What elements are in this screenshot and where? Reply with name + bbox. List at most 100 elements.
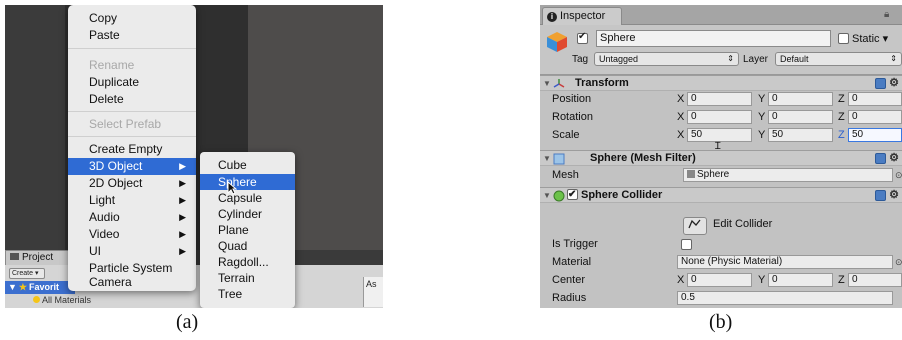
menu-item-label: Delete [89, 92, 124, 106]
radius-field[interactable]: 0.5 [677, 291, 893, 305]
submenu-item-label: Terrain [218, 271, 255, 285]
object-name-field[interactable]: Sphere [596, 30, 831, 47]
menu-item-label: 2D Object [89, 176, 143, 190]
star-icon: ★ [18, 282, 27, 292]
position-x-field[interactable]: 0 [687, 92, 752, 106]
edit-collider-label: Edit Collider [713, 218, 773, 230]
menu-item-audio[interactable]: Audio ▶ [68, 209, 196, 226]
rotation-x-field[interactable]: 0 [687, 110, 752, 124]
position-y-field[interactable]: 0 [768, 92, 833, 106]
menu-item-label: Video [89, 227, 120, 241]
inspector-tab[interactable]: i Inspector [542, 7, 622, 25]
help-book-icon[interactable] [875, 190, 886, 201]
collider-enabled-checkbox[interactable] [567, 187, 578, 202]
submenu-item-label: Ragdoll... [218, 255, 269, 269]
menu-item-duplicate[interactable]: Duplicate [68, 74, 196, 91]
submenu-item-cube[interactable]: Cube [200, 157, 295, 173]
axis-x-label: X [677, 274, 685, 286]
help-book-icon[interactable] [875, 153, 886, 164]
menu-item-select-prefab: Select Prefab [68, 116, 196, 133]
submenu-arrow-icon: ▶ [179, 246, 186, 256]
menu-item-create-empty[interactable]: Create Empty [68, 141, 196, 158]
menu-item-label: Paste [89, 28, 120, 42]
object-picker-icon[interactable]: ⊙ [895, 257, 902, 268]
submenu-item-tree[interactable]: Tree [200, 286, 295, 302]
dropdown-arrows-icon: ⇕ [890, 54, 897, 63]
all-materials-item[interactable]: All Materials [33, 295, 91, 305]
position-z-field[interactable]: 0 [848, 92, 902, 106]
menu-separator [68, 48, 196, 49]
menu-item-paste[interactable]: Paste [68, 27, 196, 44]
favorites-item[interactable]: ▼ ★ Favorit [5, 281, 75, 294]
scale-z-field[interactable]: 50 [848, 128, 902, 142]
submenu-item-label: Capsule [218, 191, 263, 205]
axis-z-label: Z [838, 93, 845, 105]
rotation-y-field[interactable]: 0 [768, 110, 833, 124]
menu-item-label: Audio [89, 210, 120, 224]
gear-icon[interactable]: ⚙ [889, 76, 899, 91]
sphere-collider-component-header[interactable]: ▼ Sphere Collider ⚙ [540, 187, 902, 203]
rotation-z-field[interactable]: 0 [848, 110, 902, 124]
gear-icon[interactable]: ⚙ [889, 188, 899, 203]
dropdown-arrows-icon: ⇕ [727, 54, 734, 63]
submenu-item-label: Plane [218, 223, 249, 237]
create-button[interactable]: Create ▾ [9, 268, 45, 279]
submenu-item-capsule[interactable]: Capsule [200, 190, 295, 206]
edit-collider-button[interactable] [683, 217, 707, 235]
menu-item-rename: Rename [68, 57, 196, 74]
mesh-label: Mesh [552, 169, 579, 181]
menu-item-delete[interactable]: Delete [68, 91, 196, 108]
center-y-field[interactable]: 0 [768, 273, 833, 287]
mesh-value: Sphere [697, 169, 730, 180]
static-dropdown[interactable]: Static ▾ [852, 32, 888, 45]
active-checkbox[interactable] [577, 31, 588, 44]
menu-item-copy[interactable]: Copy [68, 10, 196, 27]
gameobject-cube-icon [547, 32, 567, 52]
submenu-item-ragdoll[interactable]: Ragdoll... [200, 254, 295, 270]
menu-item-label: Duplicate [89, 75, 140, 89]
unity-editor-panel-a: Project Create ▾ ▼ ★ Favorit All Materials… [5, 5, 383, 308]
submenu-item-terrain[interactable]: Terrain [200, 270, 295, 286]
is-trigger-checkbox[interactable] [681, 239, 692, 250]
help-book-icon[interactable] [875, 78, 886, 89]
inspector-tab-label: Inspector [560, 10, 606, 22]
object-picker-icon[interactable]: ⊙ [895, 170, 902, 181]
submenu-item-quad[interactable]: Quad [200, 238, 295, 254]
submenu-item-cylinder[interactable]: Cylinder [200, 206, 295, 222]
transform-title: Transform [575, 77, 629, 89]
mouse-cursor-icon [227, 181, 237, 195]
menu-item-label: Light [89, 193, 116, 207]
center-z-field[interactable]: 0 [848, 273, 902, 287]
axis-z-label: Z [838, 274, 845, 286]
foldout-arrow-icon[interactable]: ▼ [543, 188, 551, 203]
inspector-panel: iInspector 🔒︎ Sphere Static ▾ Tag Untagg… [540, 5, 902, 308]
tag-dropdown[interactable]: Untagged ⇕ [594, 52, 739, 66]
axis-y-label: Y [758, 93, 766, 105]
menu-item-3d-object[interactable]: 3D Object ▶ [68, 158, 196, 175]
submenu-item-sphere[interactable]: Sphere [200, 174, 295, 190]
menu-item-2d-object[interactable]: 2D Object ▶ [68, 175, 196, 192]
menu-item-video[interactable]: Video ▶ [68, 226, 196, 243]
mesh-field[interactable]: Sphere [683, 168, 893, 182]
gear-icon[interactable]: ⚙ [889, 151, 899, 166]
menu-item-light[interactable]: Light ▶ [68, 192, 196, 209]
project-tab[interactable]: Project [5, 250, 70, 265]
scale-y-field[interactable]: 50 [768, 128, 833, 142]
center-x-field[interactable]: 0 [687, 273, 752, 287]
radius-label: Radius [552, 292, 587, 304]
submenu-item-plane[interactable]: Plane [200, 222, 295, 238]
foldout-arrow-icon[interactable]: ▼ [543, 76, 551, 91]
menu-item-label: Create Empty [89, 142, 163, 156]
layer-dropdown[interactable]: Default ⇕ [775, 52, 902, 66]
material-field[interactable]: None (Physic Material) [677, 255, 893, 269]
submenu-arrow-icon: ▶ [179, 195, 186, 205]
mesh-filter-component-header[interactable]: ▼ Sphere (Mesh Filter) ⚙ [540, 150, 902, 166]
lock-icon[interactable]: 🔒︎ [884, 9, 889, 20]
submenu-arrow-icon: ▶ [179, 178, 186, 188]
foldout-arrow-icon[interactable]: ▼ [543, 151, 551, 166]
menu-item-label: Copy [89, 11, 118, 25]
menu-item-ui[interactable]: UI ▶ [68, 243, 196, 260]
transform-component-header[interactable]: ▼ Transform ⚙ [540, 75, 902, 91]
menu-item-camera[interactable]: Camera [68, 274, 196, 291]
static-checkbox[interactable] [838, 33, 849, 44]
